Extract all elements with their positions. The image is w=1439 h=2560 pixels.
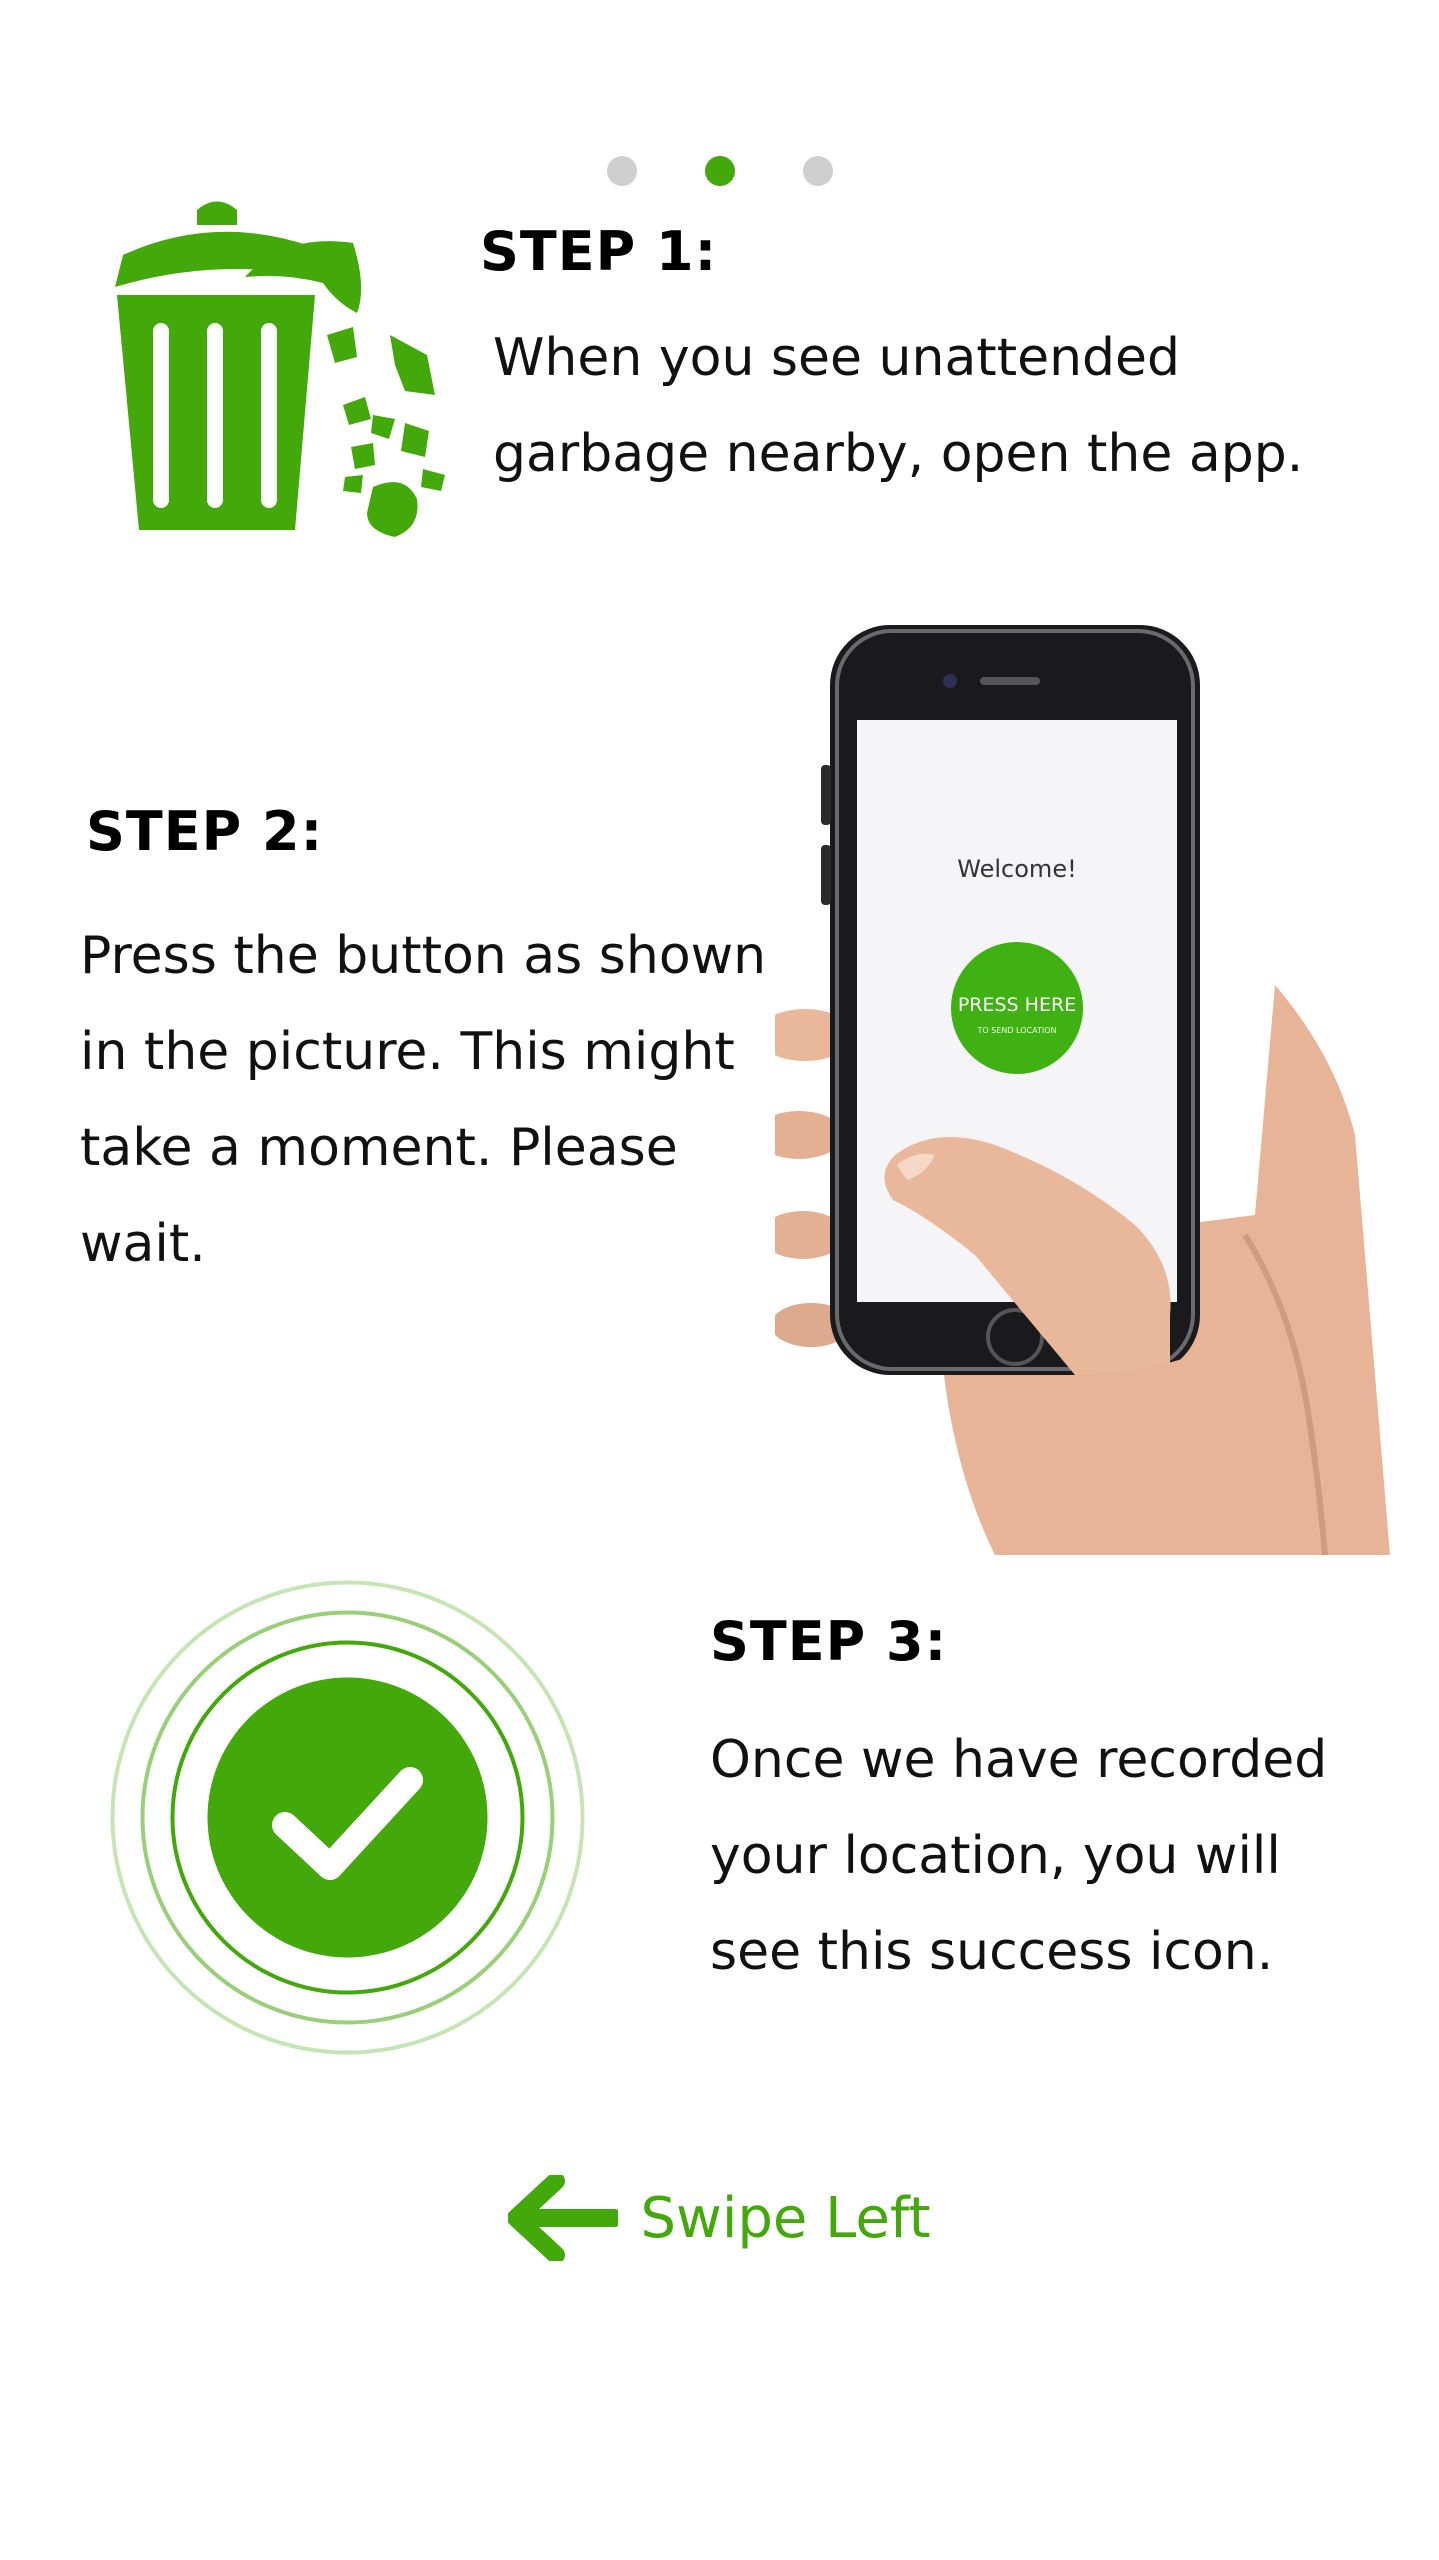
step1-title: STEP 1:	[480, 220, 718, 283]
step3-line-2: your location, you will	[710, 1826, 1281, 1886]
page-dot-1[interactable]	[606, 156, 637, 186]
step3-title: STEP 3:	[710, 1610, 948, 1673]
step2-title: STEP 2:	[86, 800, 324, 863]
trash-can-icon	[115, 201, 445, 537]
step2-line-1: Press the button as shown	[80, 926, 767, 986]
phone-welcome-text: Welcome!	[957, 855, 1076, 883]
phone-press-here-label: PRESS HERE	[958, 994, 1076, 1016]
step1-line-1: When you see unattended	[493, 328, 1181, 388]
step2-line-3: take a moment. Please	[80, 1118, 678, 1178]
page-dot-2-active[interactable]	[704, 156, 735, 186]
step3-description: Once we have recorded your location, you…	[710, 1712, 1410, 2000]
step3-line-3: see this success icon.	[710, 1922, 1274, 1982]
step3-line-1: Once we have recorded	[710, 1730, 1328, 1790]
step2-line-2: in the picture. This might	[80, 1022, 735, 1082]
step1-description: When you see unattended garbage nearby, …	[493, 310, 1373, 502]
step2-description: Press the button as shown in the picture…	[80, 908, 790, 1292]
page-dot-3[interactable]	[802, 156, 833, 186]
page-indicator	[0, 155, 1439, 187]
step2-line-4: wait.	[80, 1214, 206, 1274]
success-check-icon	[110, 1580, 585, 2055]
step1-line-2: garbage nearby, open the app.	[493, 424, 1304, 484]
swipe-left-label: Swipe Left	[640, 2185, 931, 2251]
phone-in-hand-illustration: Welcome! PRESS HERE TO SEND LOCATION	[775, 625, 1390, 1556]
swipe-left-hint[interactable]: Swipe Left	[0, 2175, 1439, 2261]
phone-send-location-label: TO SEND LOCATION	[977, 1026, 1057, 1035]
arrow-left-icon	[508, 2175, 619, 2261]
